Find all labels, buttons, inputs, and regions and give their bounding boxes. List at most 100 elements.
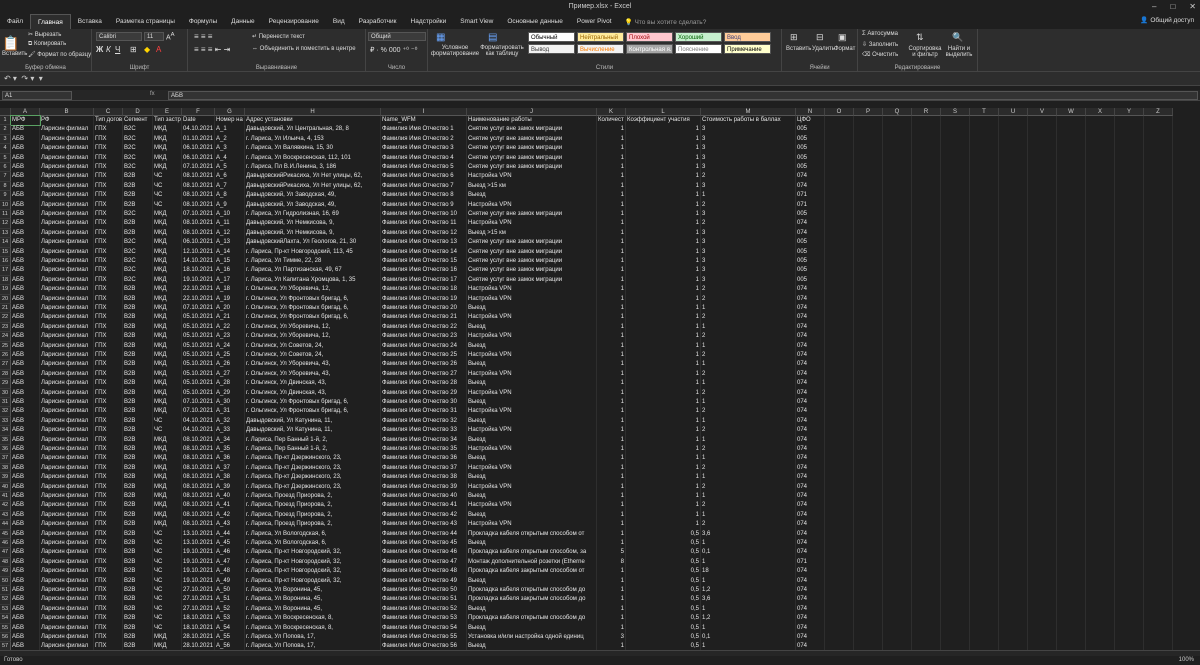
table-cell[interactable]: ГПХ: [94, 295, 123, 304]
table-cell[interactable]: 074: [796, 360, 825, 369]
table-cell[interactable]: МКД: [153, 219, 182, 228]
table-cell[interactable]: B2B: [123, 605, 153, 614]
table-cell[interactable]: 2: [701, 445, 796, 454]
table-cell[interactable]: 0,5: [626, 548, 701, 557]
table-cell[interactable]: 1: [597, 436, 626, 445]
table-cell[interactable]: 1: [597, 257, 626, 266]
table-cell[interactable]: B2B: [123, 483, 153, 492]
column-header-J[interactable]: J: [467, 108, 597, 116]
column-header-U[interactable]: U: [999, 108, 1028, 116]
table-cell[interactable]: 1: [597, 370, 626, 379]
table-cell[interactable]: 1: [597, 360, 626, 369]
table-cell[interactable]: 074: [796, 182, 825, 191]
table-cell[interactable]: МКД: [153, 370, 182, 379]
table-cell[interactable]: г. Лариса, Ул Воскресенская, 112, 101: [245, 154, 381, 163]
table-cell[interactable]: г. Ольгинск, Ул Уборевича, 12,: [245, 323, 381, 332]
table-cell[interactable]: Ларисин филиал: [40, 304, 94, 313]
table-cell[interactable]: г. Лариса, Пр-кт Новгородский, 32,: [245, 577, 381, 586]
table-cell[interactable]: 13.10.2021: [182, 539, 215, 548]
table-cell[interactable]: ГПХ: [94, 144, 123, 153]
table-cell[interactable]: Ларисин филиал: [40, 586, 94, 595]
table-cell[interactable]: 005: [796, 144, 825, 153]
table-cell[interactable]: МКД: [153, 473, 182, 482]
table-cell[interactable]: Фамилия Имя Отчество 15: [381, 257, 467, 266]
table-cell[interactable]: МКД: [153, 445, 182, 454]
table-cell[interactable]: B2B: [123, 323, 153, 332]
table-cell[interactable]: Фамилия Имя Отчество 5: [381, 163, 467, 172]
table-cell[interactable]: 05.10.2021: [182, 360, 215, 369]
table-cell[interactable]: 1: [626, 464, 701, 473]
table-cell[interactable]: 2: [701, 313, 796, 322]
table-cell[interactable]: 1: [626, 144, 701, 153]
table-cell[interactable]: 06.10.2021: [182, 144, 215, 153]
table-cell[interactable]: ГПХ: [94, 436, 123, 445]
borders-icon[interactable]: ⊞: [130, 45, 137, 54]
table-cell[interactable]: 28.10.2021: [182, 633, 215, 642]
table-cell[interactable]: АБВ: [11, 398, 40, 407]
table-cell[interactable]: Фамилия Имя Отчество 25: [381, 351, 467, 360]
table-cell[interactable]: Выезд: [467, 454, 597, 463]
table-cell[interactable]: Настройка VPN: [467, 464, 597, 473]
row-header[interactable]: 35: [0, 435, 11, 445]
table-cell[interactable]: 074: [796, 295, 825, 304]
table-cell[interactable]: Фамилия Имя Отчество 42: [381, 511, 467, 520]
table-cell[interactable]: 1: [597, 501, 626, 510]
table-cell[interactable]: ГПХ: [94, 520, 123, 529]
table-cell[interactable]: 1: [597, 595, 626, 604]
table-cell[interactable]: 1: [597, 219, 626, 228]
table-cell[interactable]: 19.10.2021: [182, 548, 215, 557]
table-cell[interactable]: МКД: [153, 398, 182, 407]
table-cell[interactable]: Снятие услуг вне замок миграции: [467, 163, 597, 172]
table-cell[interactable]: АБВ: [11, 407, 40, 416]
table-cell[interactable]: Фамилия Имя Отчество 10: [381, 210, 467, 219]
table-cell[interactable]: 1: [626, 313, 701, 322]
table-cell[interactable]: Ларисин филиал: [40, 389, 94, 398]
number-format-select[interactable]: Общий: [368, 32, 426, 41]
table-cell[interactable]: г. Ольгинск, Ул Фронтовых бригад, 6,: [245, 407, 381, 416]
table-cell[interactable]: 005: [796, 154, 825, 163]
find-icon[interactable]: 🔍: [952, 32, 963, 43]
table-cell[interactable]: Ларисин филиал: [40, 445, 94, 454]
table-cell[interactable]: 27.10.2021: [182, 586, 215, 595]
table-cell[interactable]: ГПХ: [94, 229, 123, 238]
table-cell[interactable]: ГПХ: [94, 577, 123, 586]
table-cell[interactable]: г. Лариса, Пр-кт Дзержинского, 23,: [245, 454, 381, 463]
table-cell[interactable]: ГПХ: [94, 332, 123, 341]
table-cell[interactable]: 1: [597, 295, 626, 304]
table-cell[interactable]: МКД: [153, 285, 182, 294]
cell-style-6[interactable]: Вычисление: [577, 44, 624, 54]
table-cell[interactable]: 07.10.2021: [182, 398, 215, 407]
table-cell[interactable]: 05.10.2021: [182, 351, 215, 360]
table-cell[interactable]: Выезд >15 км: [467, 229, 597, 238]
table-cell[interactable]: 05.10.2021: [182, 323, 215, 332]
table-cell[interactable]: B2B: [123, 642, 153, 650]
table-cell[interactable]: 27.10.2021: [182, 595, 215, 604]
table-cell[interactable]: Фамилия Имя Отчество 20: [381, 304, 467, 313]
table-cell[interactable]: 1: [626, 360, 701, 369]
conditional-format-button[interactable]: Условное форматирование: [430, 45, 480, 57]
conditional-format-icon[interactable]: ▦: [436, 32, 445, 43]
table-cell[interactable]: 3: [701, 135, 796, 144]
table-cell[interactable]: 1: [701, 191, 796, 200]
table-cell[interactable]: 1: [701, 642, 796, 650]
table-cell[interactable]: ГПХ: [94, 398, 123, 407]
table-cell[interactable]: 04.10.2021: [182, 417, 215, 426]
tab-9[interactable]: Надстройки: [404, 14, 454, 29]
table-cell[interactable]: Ларисин филиал: [40, 144, 94, 153]
table-cell[interactable]: Фамилия Имя Отчество 17: [381, 276, 467, 285]
table-cell[interactable]: 04.10.2021: [182, 426, 215, 435]
cell-style-1[interactable]: Нейтральный: [577, 32, 624, 42]
table-cell[interactable]: АБВ: [11, 125, 40, 134]
table-cell[interactable]: ГПХ: [94, 163, 123, 172]
table-cell[interactable]: 005: [796, 276, 825, 285]
table-cell[interactable]: ЧС: [153, 182, 182, 191]
table-cell[interactable]: B2B: [123, 548, 153, 557]
row-header[interactable]: 47: [0, 548, 11, 558]
table-cell[interactable]: 1: [597, 398, 626, 407]
table-cell[interactable]: Снятие услуг вне замок миграции: [467, 210, 597, 219]
table-cell[interactable]: МКД: [153, 154, 182, 163]
table-cell[interactable]: Ларисин филиал: [40, 135, 94, 144]
row-header[interactable]: 6: [0, 163, 11, 173]
table-cell[interactable]: Давыдовский, Ул Заводская, 49,: [245, 191, 381, 200]
row-header[interactable]: 33: [0, 416, 11, 427]
